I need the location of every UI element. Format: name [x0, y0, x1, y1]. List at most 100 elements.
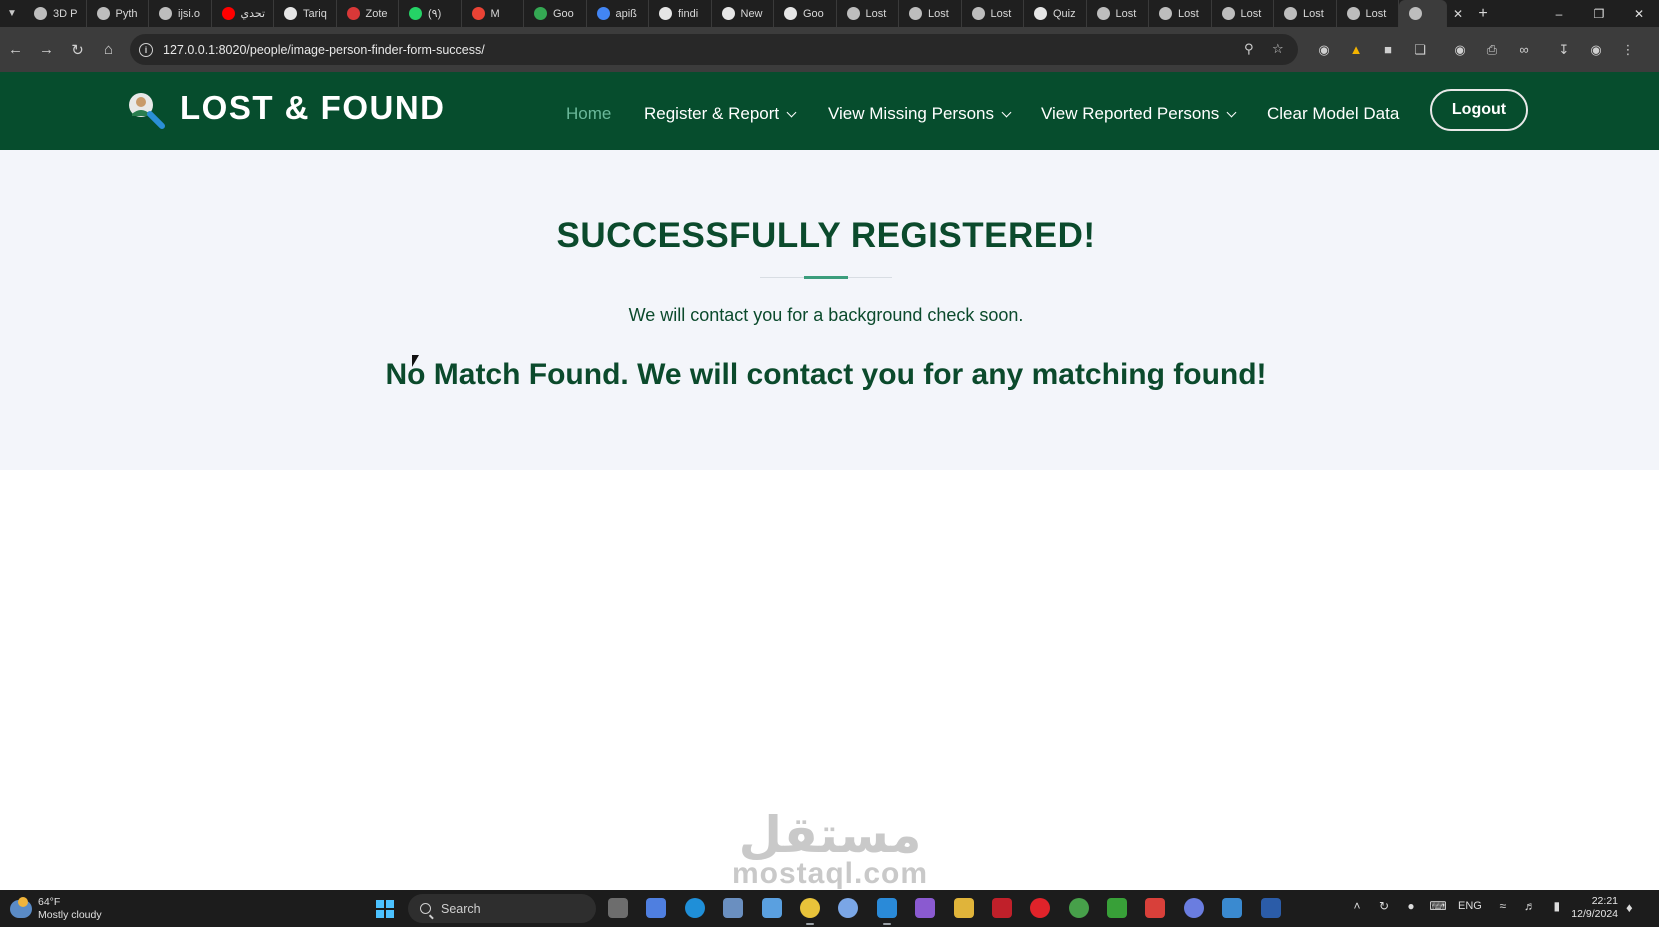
browser-tab[interactable]: Lost [899, 0, 962, 27]
browser-tab[interactable]: M [462, 0, 524, 27]
logout-button[interactable]: Logout [1430, 89, 1528, 131]
url-text[interactable]: 127.0.0.1:8020/people/image-person-finde… [163, 43, 485, 57]
back-button[interactable]: ← [0, 34, 31, 65]
browser-tab[interactable]: Lost [1087, 0, 1149, 27]
browser-tab[interactable]: Zote [337, 0, 399, 27]
tab-active[interactable] [1399, 0, 1447, 27]
browser-tab[interactable]: Lost [1149, 0, 1212, 27]
document-icon[interactable]: ■ [1372, 34, 1404, 65]
weather-desc: Mostly cloudy [38, 909, 102, 921]
chrome-profile-icon[interactable] [1068, 898, 1089, 918]
nav-register[interactable]: Register & Report [644, 104, 779, 124]
taskbar-search[interactable]: Search [408, 894, 596, 923]
globe-extension-icon[interactable]: ◉ [1308, 34, 1340, 65]
edge-icon[interactable] [684, 898, 705, 918]
site-info-icon[interactable]: i [139, 42, 153, 57]
visual-studio-icon[interactable] [915, 898, 936, 918]
browser-tab[interactable]: apiß [587, 0, 649, 27]
browser-tab[interactable]: New [712, 0, 774, 27]
nav-missing-dropdown[interactable]: View Missing Persons [828, 102, 1012, 126]
browser-tab[interactable]: (٩) [399, 0, 462, 27]
minimize-button[interactable]: – [1539, 0, 1579, 27]
nav-register-dropdown[interactable]: Register & Report [644, 102, 797, 126]
notification-bell-icon[interactable]: ♦ [1626, 900, 1633, 915]
pinterest-icon[interactable] [1030, 898, 1051, 918]
browser-tab[interactable]: Lost [837, 0, 899, 27]
azure-data-studio-icon[interactable] [1222, 898, 1243, 918]
keyboard-icon[interactable]: ⌨ [1429, 899, 1446, 913]
browser-tab[interactable]: Tariq [274, 0, 337, 27]
magnifier-person-logo-icon[interactable] [126, 90, 166, 130]
browser-tab[interactable]: Goo [524, 0, 587, 27]
browser-tab[interactable]: ijsi.o [149, 0, 212, 27]
tab-title: New [740, 7, 763, 20]
pinned-apps [608, 898, 1299, 925]
restore-button[interactable]: ❐ [1579, 0, 1619, 27]
tab-search-icon[interactable]: ▼ [0, 0, 24, 27]
sync-icon[interactable]: ↻ [1377, 899, 1391, 913]
tab-title: apiß [615, 7, 637, 20]
incognito-icon[interactable]: ◉ [1444, 34, 1476, 65]
close-window-button[interactable]: ✕ [1619, 0, 1659, 27]
home-button[interactable]: ⌂ [93, 34, 124, 65]
copilot-icon[interactable] [646, 898, 667, 918]
vscode-icon[interactable] [876, 898, 897, 925]
nav-view-reported[interactable]: View Reported Persons [1041, 104, 1219, 124]
reload-button[interactable]: ↻ [62, 34, 93, 65]
browser-tab[interactable]: Lost [1274, 0, 1337, 27]
zotero-icon[interactable] [1145, 898, 1166, 918]
browser-tab[interactable]: Pyth [87, 0, 149, 27]
tab-favicon-icon [659, 7, 672, 20]
nav-clear-model-data[interactable]: Clear Model Data [1267, 104, 1399, 124]
close-tab-icon[interactable]: ✕ [1447, 7, 1469, 21]
extension-icons: ◉ ▲ ■ ❏ ◉ ⎙ ∞ ↧ ◉ ⋮ [1308, 34, 1644, 65]
tab-favicon-icon [34, 7, 47, 20]
brand-title[interactable]: LOST & FOUND [180, 88, 445, 128]
word-icon[interactable] [1260, 898, 1281, 918]
zoom-icon[interactable]: ⚲ [1244, 41, 1254, 57]
clock[interactable]: 22:21 12/9/2024 [1560, 895, 1618, 921]
drive-icon[interactable]: ▲ [1340, 34, 1372, 65]
browser-tab[interactable]: Goo [774, 0, 837, 27]
wifi-icon[interactable]: ≈ [1496, 899, 1510, 913]
browser-tab[interactable]: 3D P [24, 0, 87, 27]
discord-icon[interactable] [1183, 898, 1204, 918]
language-indicator[interactable]: ENG [1458, 900, 1482, 912]
tab-title: Lost [1178, 7, 1199, 20]
task-view-icon[interactable] [608, 898, 628, 918]
snipping-tool-icon[interactable] [723, 898, 744, 918]
volume-icon[interactable]: ♬ [1523, 899, 1537, 913]
browser-tab[interactable]: findi [649, 0, 712, 27]
chevron-up-icon[interactable]: ˄ [1350, 899, 1364, 913]
puzzle-extensions-icon[interactable]: ❏ [1404, 34, 1436, 65]
forward-button[interactable]: → [31, 34, 62, 65]
more-menu-icon[interactable]: ⋮ [1612, 34, 1644, 65]
browser-tab[interactable]: تحدي [212, 0, 274, 27]
nav-view-missing[interactable]: View Missing Persons [828, 104, 994, 124]
weather-widget[interactable]: 64°F Mostly cloudy [10, 896, 102, 922]
windows-start-icon[interactable] [376, 900, 394, 918]
chrome-icon[interactable] [799, 898, 820, 925]
browser-tab[interactable]: Lost [1337, 0, 1399, 27]
watermark: مستقل mostaql.com [726, 810, 934, 889]
tab-title: Lost [990, 7, 1012, 20]
browser-tab[interactable]: Lost [1212, 0, 1274, 27]
filezilla-icon[interactable] [991, 898, 1012, 918]
nav-home[interactable]: Home [566, 104, 611, 124]
download-icon[interactable]: ↧ [1548, 34, 1580, 65]
nav-reported-dropdown[interactable]: View Reported Persons [1041, 102, 1237, 126]
microphone-icon[interactable]: ● [1404, 899, 1418, 913]
anaconda-icon[interactable] [838, 898, 859, 918]
xbox-icon[interactable] [1107, 898, 1128, 918]
tab-title: Quiz [1053, 7, 1076, 20]
bookmark-star-icon[interactable]: ☆ [1272, 41, 1284, 57]
link-icon[interactable]: ∞ [1508, 34, 1540, 65]
profile-icon[interactable]: ◉ [1580, 34, 1612, 65]
address-bar[interactable]: i 127.0.0.1:8020/people/image-person-fin… [130, 34, 1298, 65]
new-tab-button[interactable]: + [1469, 5, 1497, 23]
file-explorer-icon[interactable] [953, 898, 974, 918]
browser-tab[interactable]: Lost [962, 0, 1024, 27]
browser-tab[interactable]: Quiz [1024, 0, 1087, 27]
print-icon[interactable]: ⎙ [1476, 34, 1508, 65]
store-icon[interactable] [761, 898, 782, 918]
